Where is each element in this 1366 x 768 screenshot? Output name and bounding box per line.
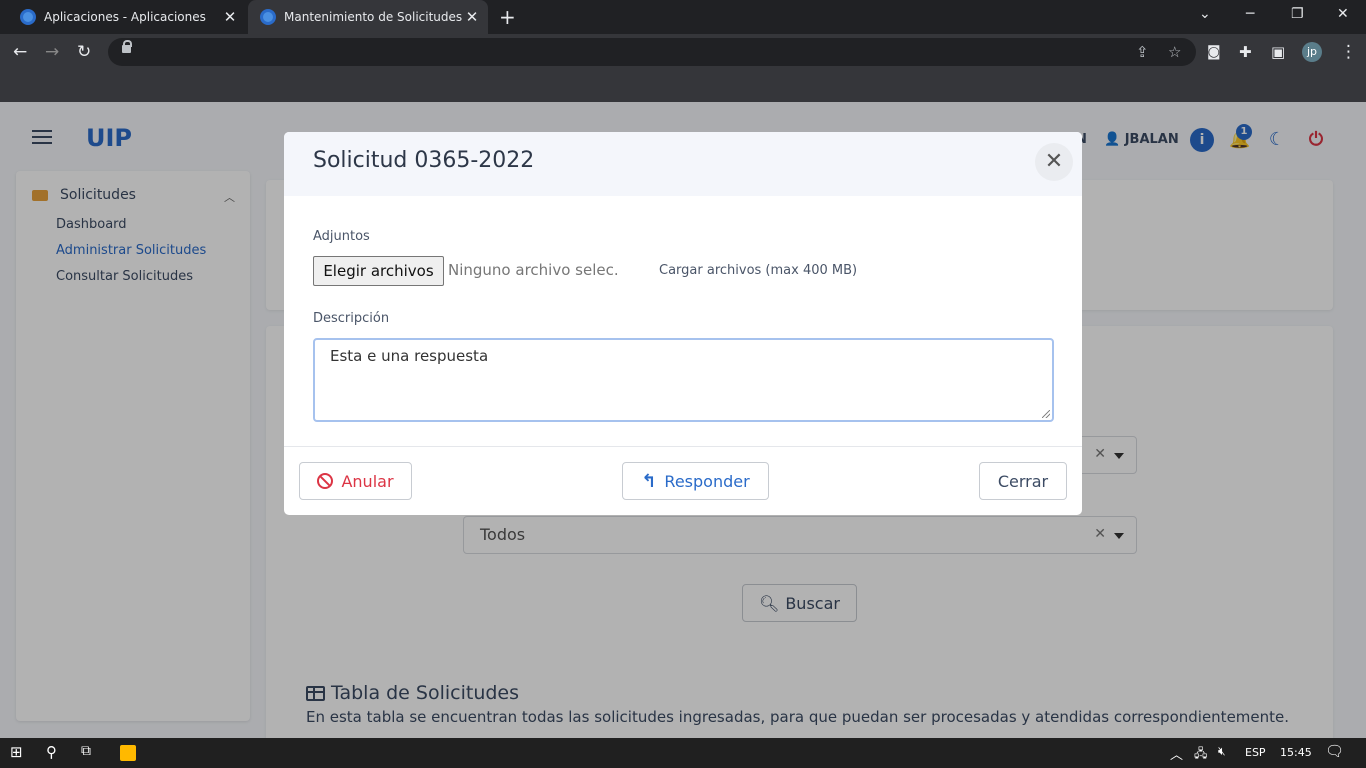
extensions-icon[interactable]: ✚ [1239, 42, 1252, 62]
clock[interactable]: 15:45 [1280, 746, 1312, 759]
volume-muted-icon[interactable]: 🔇︎ [1218, 744, 1226, 759]
app-favicon-icon [260, 9, 276, 25]
close-button[interactable]: Cerrar [979, 462, 1067, 500]
attachments-label: Adjuntos [313, 229, 370, 244]
address-bar[interactable]: ⇪ ☆ [108, 38, 1196, 66]
ban-icon [317, 473, 334, 489]
task-view-icon[interactable]: ⧉ [81, 743, 91, 759]
reload-icon[interactable]: ↻ [77, 42, 91, 62]
browser-tabstrip: Aplicaciones - Aplicaciones ✕ Mantenimie… [0, 0, 1366, 34]
modal-header: Solicitud 0365-2022 ✕ [284, 132, 1082, 196]
browser-tab-mantenimiento[interactable]: Mantenimiento de Solicitudes - I ✕ [248, 0, 488, 34]
tab-title: Mantenimiento de Solicitudes - I [284, 10, 462, 24]
close-icon[interactable]: ✕ [1035, 143, 1073, 181]
notifications-icon[interactable]: 🗨 [1325, 742, 1344, 760]
profile-avatar[interactable]: jp [1302, 42, 1322, 62]
new-tab-button[interactable]: + [499, 5, 516, 29]
annul-label: Anular [341, 471, 394, 491]
side-panel-icon[interactable]: ▣ [1271, 42, 1285, 62]
page: UIP N 👤 JBALAN i 🔔 1 ☾ ⏻ Solicitudes ︿ D… [0, 102, 1366, 738]
annul-button[interactable]: Anular [299, 462, 412, 500]
window-close-icon[interactable]: ✕ [1337, 6, 1349, 22]
browser-menu-icon[interactable]: ⋮ [1340, 42, 1357, 62]
reply-button[interactable]: ↰ Responder [622, 462, 769, 500]
back-icon[interactable]: ← [13, 42, 27, 62]
search-icon[interactable]: ⚲ [46, 743, 57, 761]
share-icon[interactable]: ⇪ [1136, 43, 1149, 61]
chevron-up-icon[interactable]: ︿ [1170, 744, 1183, 763]
close-label: Cerrar [997, 471, 1049, 491]
request-modal: Solicitud 0365-2022 ✕ Adjuntos Elegir ar… [284, 132, 1082, 515]
reply-label: Responder [664, 471, 750, 491]
modal-title: Solicitud 0365-2022 [313, 148, 535, 173]
lock-icon [122, 40, 132, 53]
language-indicator[interactable]: ESP [1245, 746, 1266, 759]
bookmarks-bar [0, 70, 1366, 102]
restore-icon[interactable]: ❐ [1291, 6, 1304, 22]
bookmark-star-icon[interactable]: ☆ [1168, 43, 1181, 61]
network-icon[interactable]: 🖧 [1194, 744, 1207, 765]
windows-start-icon[interactable]: ⊞ [10, 743, 23, 761]
minimize-icon[interactable]: ─ [1246, 6, 1254, 22]
description-text: Esta e una respuesta [330, 347, 489, 365]
tab-close-icon[interactable]: ✕ [220, 8, 240, 26]
tab-close-icon[interactable]: ✕ [462, 8, 482, 26]
file-status: Ninguno archivo selec. [448, 261, 619, 279]
store-icon[interactable] [120, 745, 136, 761]
description-textarea[interactable]: Esta e una respuesta [313, 338, 1054, 422]
modal-divider [284, 446, 1082, 447]
choose-files-button[interactable]: Elegir archivos [313, 256, 444, 286]
tab-title: Aplicaciones - Aplicaciones [44, 10, 206, 24]
reply-icon: ↰ [641, 470, 657, 492]
browser-toolbar: ← → ↻ ⇪ ☆ ◙ ✚ ▣ jp ⋮ [0, 34, 1366, 70]
windows-taskbar: ⊞ ⚲ ⧉ ︿ 🖧 🔇︎ ESP 15:45 🗨 [0, 738, 1366, 768]
camera-icon[interactable]: ◙ [1207, 42, 1221, 62]
tab-search-icon[interactable]: ⌄ [1199, 6, 1211, 22]
resize-handle[interactable] [1042, 410, 1050, 418]
app-favicon-icon [20, 9, 36, 25]
description-label: Descripción [313, 311, 390, 326]
browser-tab-aplicaciones[interactable]: Aplicaciones - Aplicaciones ✕ [8, 0, 246, 34]
forward-icon[interactable]: → [45, 42, 59, 62]
upload-hint: Cargar archivos (max 400 MB) [659, 263, 858, 278]
